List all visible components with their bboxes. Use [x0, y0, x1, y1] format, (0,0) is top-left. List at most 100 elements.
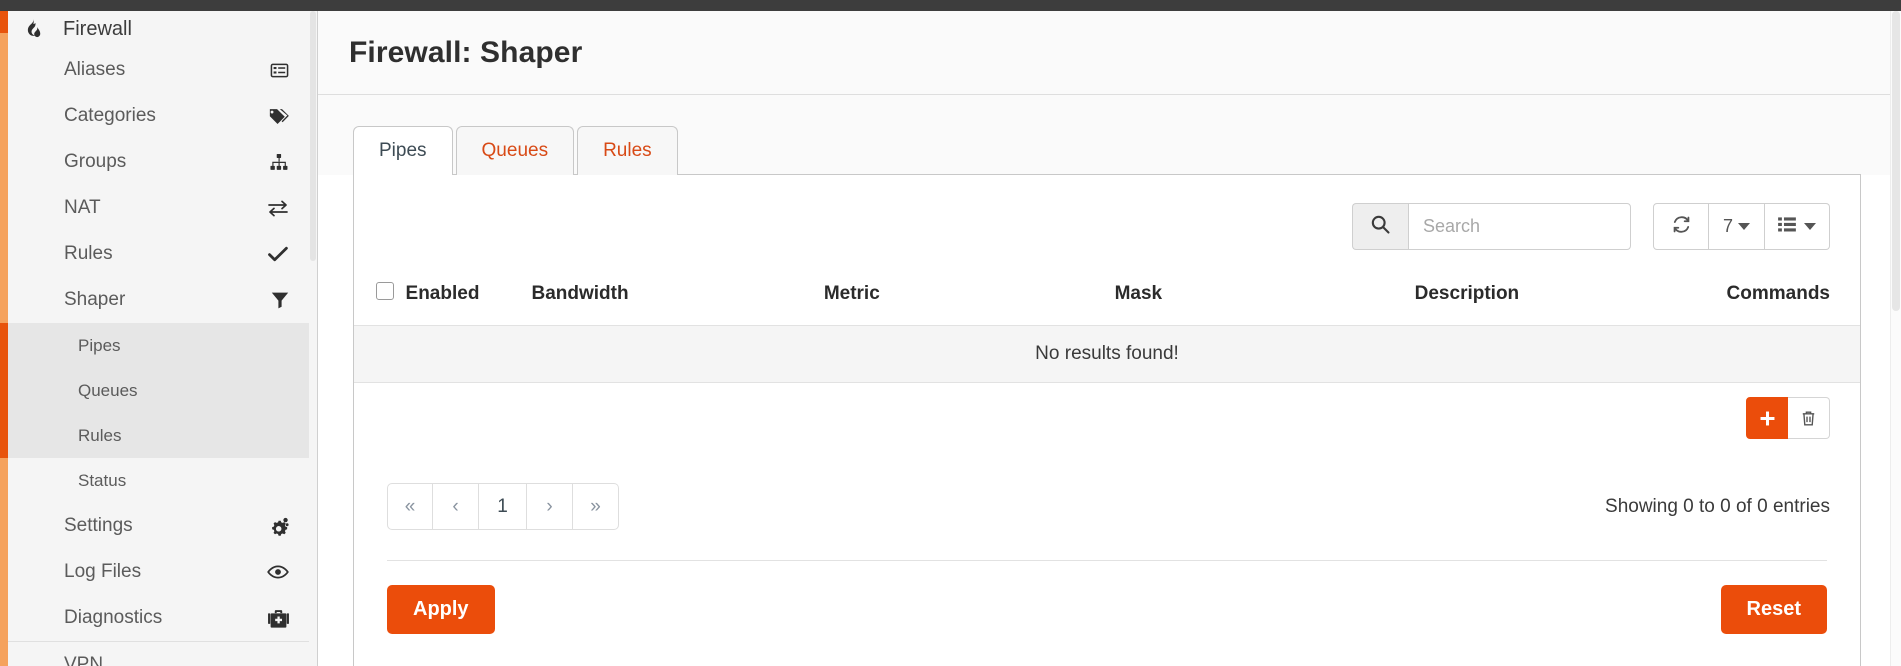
sidebar-item-settings[interactable]: Settings	[0, 503, 317, 549]
form-actions: Apply Reset	[354, 561, 1860, 634]
reset-button[interactable]: Reset	[1720, 585, 1827, 634]
medkit-icon	[268, 609, 289, 628]
page-header: Firewall: Shaper	[318, 11, 1901, 95]
app-root: Firewall Aliases Categories Groups NAT R…	[0, 0, 1901, 666]
column-header-bandwidth[interactable]: Bandwidth	[531, 274, 824, 326]
search-button[interactable]	[1352, 203, 1408, 250]
apply-button[interactable]: Apply	[387, 585, 495, 634]
sidebar-subgroup-shaper: Pipes Queues Rules	[0, 323, 317, 458]
sidebar-subitem-label: Status	[78, 470, 127, 490]
column-header-description[interactable]: Description	[1414, 274, 1727, 326]
tab-pipes[interactable]: Pipes	[353, 126, 453, 176]
delete-selected-button[interactable]	[1788, 397, 1830, 439]
global-topbar	[0, 0, 1901, 11]
table-controls: 7	[1653, 203, 1830, 250]
select-all-header	[354, 274, 406, 326]
column-header-commands: Commands	[1726, 274, 1860, 326]
gears-icon	[268, 517, 289, 536]
sidebar-item-rules[interactable]: Rules	[0, 231, 317, 277]
tab-queues[interactable]: Queues	[455, 126, 575, 175]
tab-bar: Pipes Queues Rules	[353, 126, 1861, 176]
row-action-group	[1746, 397, 1830, 439]
sidebar-item-queues[interactable]: Queues	[0, 368, 317, 413]
sidebar-item-status[interactable]: Status	[0, 458, 317, 503]
sidebar-header-label: Firewall	[63, 17, 132, 40]
page-size-dropdown[interactable]: 7	[1709, 203, 1765, 250]
sidebar: Firewall Aliases Categories Groups NAT R…	[0, 0, 318, 666]
list-alt-icon	[270, 61, 289, 80]
tab-label: Queues	[481, 140, 549, 161]
page-scrollbar[interactable]	[1890, 11, 1901, 666]
pagination-first[interactable]: «	[387, 483, 433, 530]
pagination: « ‹ 1 › »	[387, 483, 619, 530]
sidebar-subitem-label: Rules	[78, 425, 122, 445]
column-selector-dropdown[interactable]	[1765, 203, 1830, 250]
search-input[interactable]	[1408, 203, 1631, 250]
chevron-down-icon	[1738, 223, 1750, 230]
sidebar-item-label: Aliases	[64, 59, 126, 80]
table-actions-row	[354, 383, 1860, 454]
sidebar-item-groups[interactable]: Groups	[0, 139, 317, 185]
select-all-checkbox[interactable]	[376, 282, 394, 300]
pagination-prev[interactable]: ‹	[433, 483, 479, 530]
pagination-last[interactable]: »	[573, 483, 619, 530]
refresh-icon	[1671, 214, 1692, 240]
sidebar-item-pipes[interactable]: Pipes	[0, 323, 317, 368]
pipes-table: Enabled Bandwidth Metric Mask Descriptio…	[354, 274, 1860, 453]
sidebar-item-diagnostics[interactable]: Diagnostics	[0, 595, 317, 641]
columns-icon	[1778, 216, 1799, 238]
exchange-icon	[267, 199, 289, 217]
sidebar-item-label: Settings	[64, 515, 133, 536]
table-header-row: Enabled Bandwidth Metric Mask Descriptio…	[354, 274, 1860, 326]
sidebar-item-label: Categories	[64, 105, 156, 126]
sidebar-item-nat[interactable]: NAT	[0, 185, 317, 231]
empty-state-row: No results found!	[354, 325, 1860, 383]
check-icon	[267, 245, 289, 263]
sidebar-item-log-files[interactable]: Log Files	[0, 549, 317, 595]
sitemap-icon	[269, 153, 289, 172]
trash-icon	[1802, 411, 1815, 425]
sidebar-item-shaper[interactable]: Shaper	[0, 277, 317, 323]
tags-icon	[268, 107, 289, 126]
sidebar-accent-top	[0, 11, 8, 33]
sidebar-item-rules-sub[interactable]: Rules	[0, 413, 317, 458]
sidebar-subitem-label: Queues	[78, 380, 138, 400]
pipes-panel: 7	[353, 174, 1861, 666]
search-group	[1352, 203, 1631, 250]
plus-icon	[1760, 411, 1774, 425]
sidebar-item-label: Shaper	[64, 289, 126, 310]
add-pipe-button[interactable]	[1746, 397, 1788, 439]
sidebar-scrollbar[interactable]	[309, 11, 317, 666]
pagination-page-1[interactable]: 1	[479, 483, 527, 530]
tab-label: Pipes	[379, 140, 427, 161]
column-header-mask[interactable]: Mask	[1114, 274, 1415, 326]
eye-icon	[267, 564, 289, 580]
sidebar-section-firewall[interactable]: Firewall	[0, 11, 317, 47]
sidebar-subitem-label: Pipes	[78, 335, 121, 355]
column-header-enabled[interactable]: Enabled	[405, 274, 532, 326]
sidebar-section-label: VPN	[64, 653, 104, 666]
sidebar-section-vpn[interactable]: VPN	[0, 641, 317, 666]
pagination-next[interactable]: ›	[527, 483, 573, 530]
table-head: Enabled Bandwidth Metric Mask Descriptio…	[354, 274, 1860, 326]
filter-icon	[271, 291, 289, 309]
sidebar-item-aliases[interactable]: Aliases	[0, 47, 317, 93]
table-body: No results found!	[354, 325, 1860, 454]
entries-summary: Showing 0 to 0 of 0 entries	[1605, 495, 1830, 517]
tab-rules[interactable]: Rules	[577, 126, 678, 175]
sidebar-item-label: Diagnostics	[64, 607, 163, 628]
column-header-metric[interactable]: Metric	[823, 274, 1115, 326]
page-title: Firewall: Shaper	[349, 35, 583, 69]
table-toolbar: 7	[354, 175, 1860, 250]
sidebar-item-label: Groups	[64, 151, 127, 172]
sidebar-item-label: Log Files	[64, 561, 142, 582]
sidebar-item-label: NAT	[64, 197, 101, 218]
tabs-container: Pipes Queues Rules	[318, 95, 1901, 176]
sidebar-item-categories[interactable]: Categories	[0, 93, 317, 139]
flame-icon	[19, 18, 45, 40]
sidebar-item-label: Rules	[64, 243, 113, 264]
refresh-button[interactable]	[1653, 203, 1709, 250]
pagination-row: « ‹ 1 › » Showing 0 to 0 of 0 entries	[354, 453, 1860, 530]
sidebar-active-accent	[0, 323, 8, 458]
search-icon	[1370, 214, 1391, 240]
